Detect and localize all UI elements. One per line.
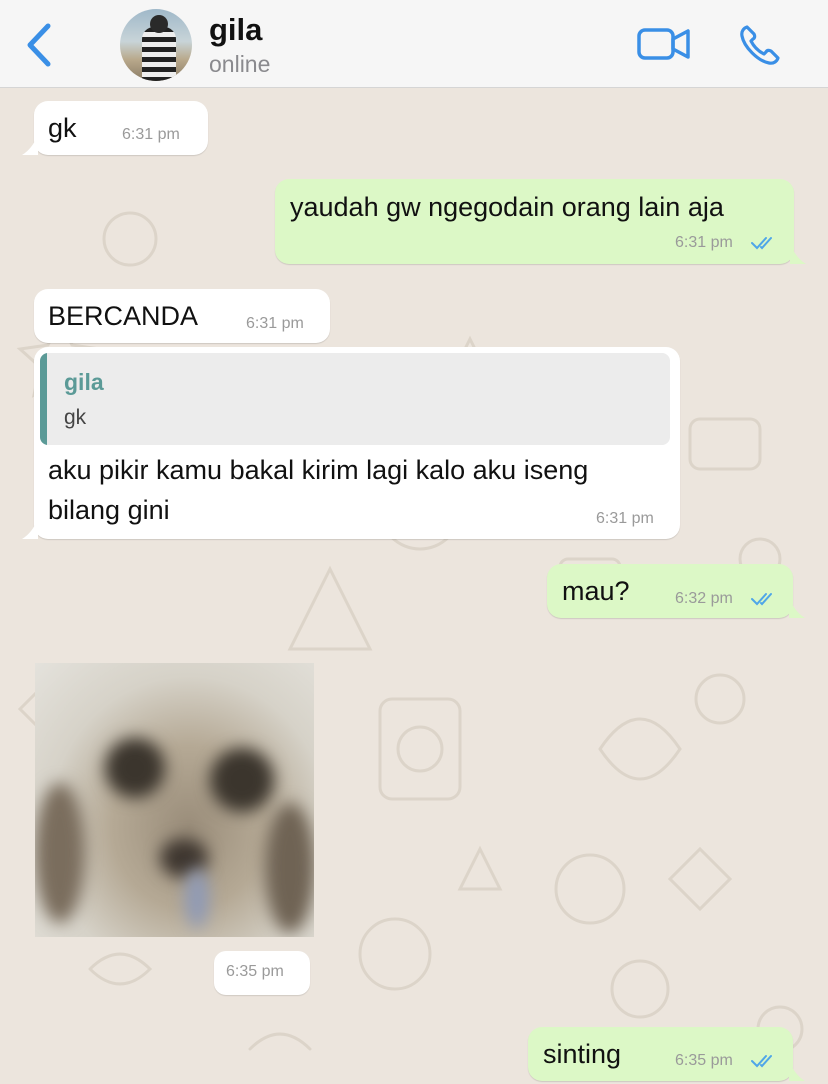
message-time: 6:31 pm [122, 126, 180, 143]
chat-header: gila online [0, 0, 828, 88]
image-blur-spot [210, 748, 274, 812]
message-text-line: aku pikir kamu bakal kirim lagi kalo aku… [48, 455, 589, 485]
image-blur-spot [35, 783, 85, 923]
message-incoming[interactable]: gk 6:31 pm [22, 101, 208, 155]
message-time: 6:32 pm [675, 590, 733, 607]
message-outgoing[interactable]: mau? 6:32 pm [547, 564, 805, 618]
message-time: 6:31 pm [596, 510, 654, 527]
chevron-left-icon[interactable] [22, 22, 56, 68]
message-time: 6:35 pm [226, 963, 284, 980]
message-outgoing[interactable]: sinting 6:35 pm [528, 1027, 805, 1081]
read-ticks-icon [751, 237, 772, 250]
message-time: 6:35 pm [675, 1052, 733, 1069]
avatar[interactable] [120, 9, 192, 81]
message-outgoing[interactable]: yaudah gw ngegodain orang lain aja 6:31 … [275, 179, 806, 264]
image-blur-spot [105, 738, 165, 798]
quoted-text: gk [64, 406, 87, 429]
message-time: 6:31 pm [246, 315, 304, 332]
image-blur-spot [185, 868, 209, 928]
read-ticks-icon [751, 593, 772, 606]
image-blur-spot [265, 803, 314, 933]
message-time: 6:31 pm [675, 234, 733, 251]
message-text: sinting [543, 1039, 622, 1069]
quoted-message[interactable]: gila gk [40, 353, 670, 445]
avatar-head [150, 15, 168, 33]
quoted-sender: gila [64, 369, 104, 395]
message-text: yaudah gw ngegodain orang lain aja [290, 192, 724, 222]
read-ticks-icon [751, 1055, 772, 1068]
image-message[interactable] [35, 663, 314, 937]
message-text: BERCANDA [48, 301, 199, 331]
chat-area[interactable]: gk 6:31 pm yaudah gw ngegodain orang lai… [0, 89, 828, 1084]
message-incoming-reply[interactable]: gila gk aku pikir kamu bakal kirim lagi … [22, 347, 680, 539]
video-camera-icon[interactable] [636, 24, 692, 64]
message-incoming[interactable]: BERCANDA 6:31 pm [34, 289, 330, 343]
message-text: mau? [562, 576, 630, 606]
phone-icon[interactable] [738, 23, 782, 67]
contact-name[interactable]: gila [209, 12, 262, 48]
quote-bar [40, 353, 47, 445]
message-text: gk [48, 113, 77, 143]
image-time-pill: 6:35 pm [214, 951, 310, 995]
message-text-line: bilang gini [48, 495, 170, 525]
avatar-figure [142, 27, 176, 81]
contact-status: online [209, 51, 271, 77]
